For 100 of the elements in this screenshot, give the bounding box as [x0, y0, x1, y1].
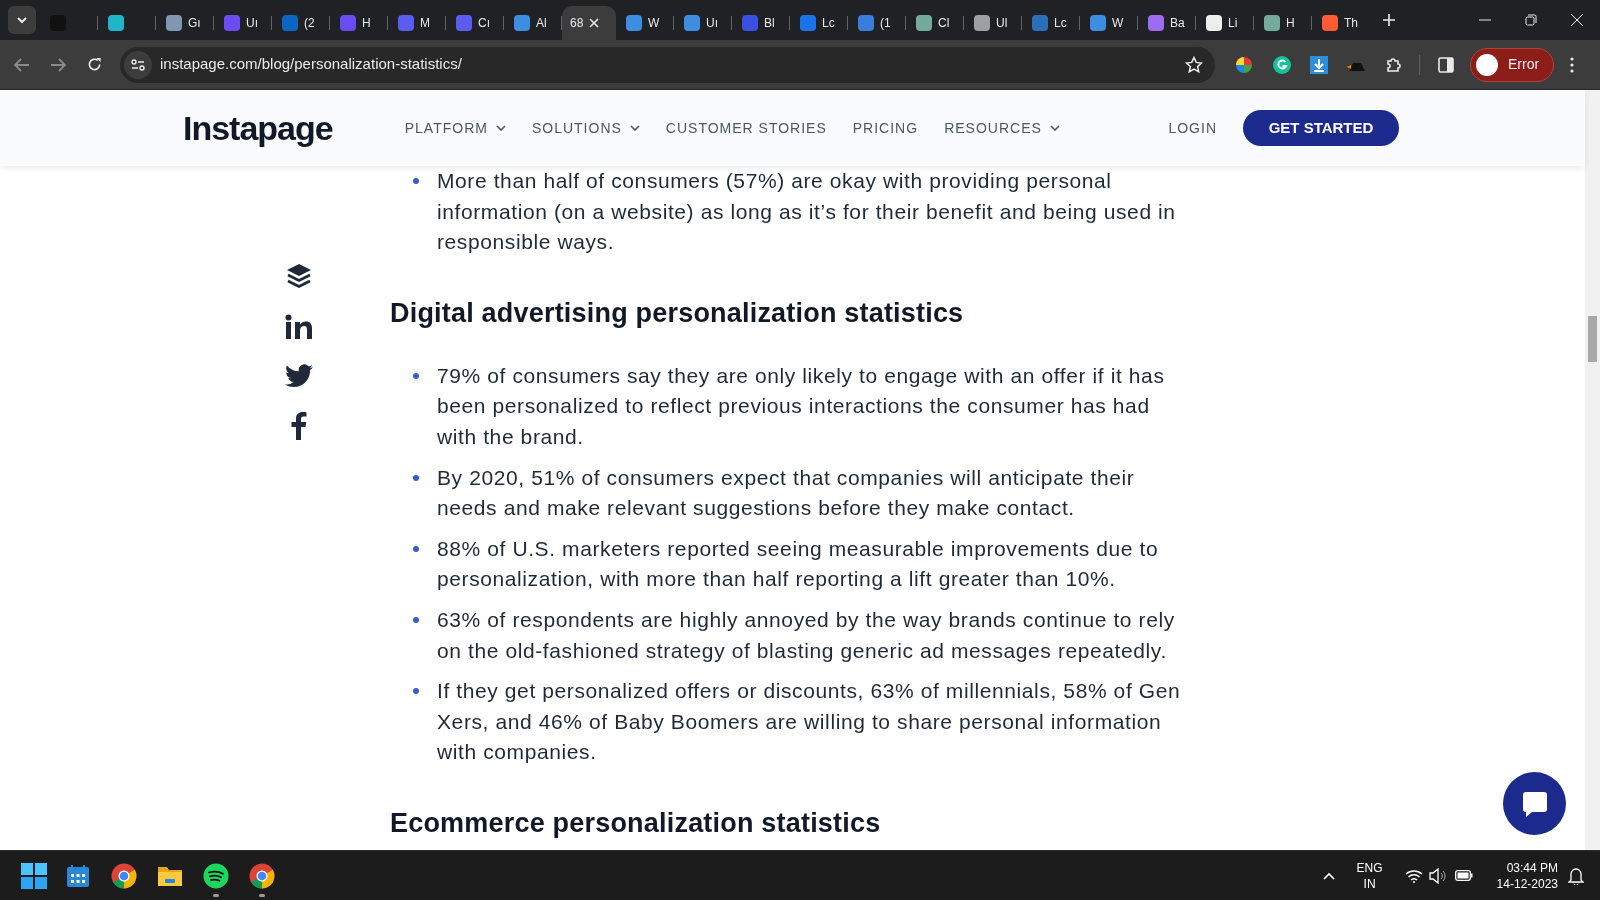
tab-title: Cı [478, 15, 490, 32]
nav-link[interactable]: CUSTOMER STORIES [665, 117, 827, 139]
bullet-icon [413, 688, 419, 695]
browser-tab[interactable]: Cı [446, 6, 504, 40]
browser-tab[interactable]: Uı [674, 6, 732, 40]
region-indicator[interactable]: IN [1363, 875, 1376, 892]
start-icon[interactable] [21, 862, 47, 889]
puzzle-icon[interactable] [1385, 55, 1403, 74]
list-item-text: 63% of respondents are highly annoyed by the way brands continue to rely on the old-fashioned strategy of blasting generic ad messages repeatedly. [437, 606, 1176, 664]
scrollbar-thumb[interactable] [1588, 316, 1597, 362]
get-started-button[interactable]: GET STARTED [1243, 110, 1399, 146]
tab-title: 68 [570, 15, 584, 32]
section-heading: Ecommerce personalization statistics [390, 806, 882, 840]
browser-tab[interactable]: Li [1196, 6, 1254, 40]
clock-time[interactable]: 03:44 PM [1506, 859, 1558, 876]
nav-link[interactable]: PRICING [852, 117, 919, 139]
browser-tab[interactable]: (2 [272, 6, 330, 40]
list-item-text: By 2020, 51% of consumers expect that companies will anticipate their needs and make relevant suggestions before they make contact. [437, 464, 1136, 522]
site-info-icon[interactable] [124, 50, 152, 79]
side-panel-icon[interactable] [1438, 56, 1454, 73]
nav-link[interactable]: SOLUTIONS [531, 117, 640, 139]
browser-tab[interactable]: Bl [732, 6, 790, 40]
browser-tab[interactable]: (1 [848, 6, 906, 40]
address-bar[interactable]: instapage.com/blog/personalization-statistics/ [120, 46, 1215, 83]
wifi-icon[interactable] [1404, 868, 1423, 883]
browser-tab[interactable]: M [388, 6, 446, 40]
battery-icon[interactable] [1454, 870, 1473, 881]
browser-tab[interactable]: H [330, 6, 388, 40]
login-link[interactable]: LOGIN [1168, 117, 1217, 139]
site-logo[interactable]: Instapage [183, 102, 333, 154]
forward-icon[interactable] [50, 57, 66, 72]
language-indicator[interactable]: ENG [1356, 859, 1383, 876]
grammar-icon[interactable] [1273, 55, 1291, 74]
bullet-icon [413, 178, 419, 184]
tab-title: Gı [188, 15, 201, 32]
tab-title: Li [1228, 15, 1238, 32]
bullet-icon [413, 474, 419, 481]
layers-icon[interactable] [285, 262, 313, 290]
tab-title: W [648, 15, 660, 32]
plus-icon [1383, 14, 1395, 26]
browser-tab[interactable]: Lc [1022, 6, 1080, 40]
clock-date[interactable]: 14-12-2023 [1496, 875, 1558, 892]
tab-title: H [1286, 15, 1295, 32]
browser-tab[interactable]: Th [1312, 6, 1370, 40]
bookmark-star-icon[interactable] [1185, 55, 1203, 74]
tab-title: Ba [1170, 15, 1185, 32]
reload-icon[interactable] [87, 57, 102, 72]
browser-tab[interactable]: Lc [790, 6, 848, 40]
close-tab-icon[interactable] [589, 18, 600, 28]
chrome-icon[interactable] [111, 862, 137, 889]
calendar-icon[interactable] [66, 863, 90, 888]
tab-title: W [1112, 15, 1124, 32]
minimize-icon [1479, 19, 1491, 21]
nav-link[interactable]: RESOURCES [944, 117, 1060, 139]
tab-title: Uı [706, 15, 718, 32]
list-item-text: More than half of consumers (57%) are okay with providing personal information (on a website) as long as it’s for their benefit and being used in responsible ways. [437, 168, 1177, 256]
browser-tab[interactable]: H [1254, 6, 1312, 40]
back-icon[interactable] [14, 57, 30, 72]
nav-link[interactable]: PLATFORM [404, 117, 506, 139]
scrollbar[interactable] [1585, 90, 1600, 850]
tab-title: Th [1344, 15, 1358, 32]
tab-title: Ul [996, 15, 1008, 32]
close-icon [1571, 14, 1583, 26]
bullet-icon [413, 372, 419, 379]
list-item-text: If they get personalized offers or discounts, 63% of millennials, 58% of Gen Xers, and 46% of Baby Boomers are willing to share personal information with companies. [437, 678, 1182, 766]
facebook-icon[interactable] [291, 412, 307, 440]
tab-title: M [420, 15, 430, 32]
tab-title: Lc [1054, 15, 1067, 32]
profile-error-button[interactable]: Error [1470, 47, 1555, 82]
browser-tab[interactable]: Ba [1138, 6, 1196, 40]
browser-tab[interactable]: Cl [906, 6, 964, 40]
menu-icon[interactable] [1570, 56, 1575, 73]
tab-title: Bl [764, 15, 775, 32]
list-item-text: 79% of consumers say they are only likely to engage with an offer if it has been personalized to reflect previous interactions the consumer has had with the brand. [437, 362, 1166, 450]
tab-title: Cl [938, 15, 950, 32]
avatar-icon [1476, 53, 1498, 76]
chrome-icon[interactable] [249, 862, 275, 889]
browser-tab[interactable]: Gı [156, 6, 214, 40]
browser-tab[interactable]: Al [504, 6, 562, 40]
browser-tab[interactable]: Uı [214, 6, 272, 40]
notification-bell-icon[interactable] [1568, 866, 1584, 885]
spotify-icon[interactable] [203, 862, 229, 889]
chevron-up-icon[interactable] [1322, 871, 1335, 880]
browser-tab[interactable]: Ul [964, 6, 1022, 40]
bullet-icon [413, 545, 419, 552]
tab-title: Lc [822, 15, 835, 32]
tab-search-button[interactable] [8, 6, 36, 34]
tab-title: Uı [246, 15, 258, 32]
color-wheel-icon[interactable] [1235, 55, 1253, 74]
download-icon[interactable] [1310, 55, 1328, 74]
volume-icon[interactable] [1428, 867, 1447, 884]
tab-title: (1 [880, 15, 891, 32]
list-item-text: 88% of U.S. marketers reported seeing measurable improvements due to personalization, with more than half reporting a lift greater than 10%. [437, 535, 1160, 593]
browser-tab[interactable]: W [1080, 6, 1138, 40]
twitter-icon[interactable] [285, 364, 313, 388]
folder-icon[interactable] [157, 864, 183, 887]
browser-tab[interactable]: W [616, 6, 674, 40]
browser-tab[interactable]: 68 [562, 6, 616, 40]
tab-title: (2 [304, 15, 315, 32]
linkedin-icon[interactable] [285, 314, 313, 340]
